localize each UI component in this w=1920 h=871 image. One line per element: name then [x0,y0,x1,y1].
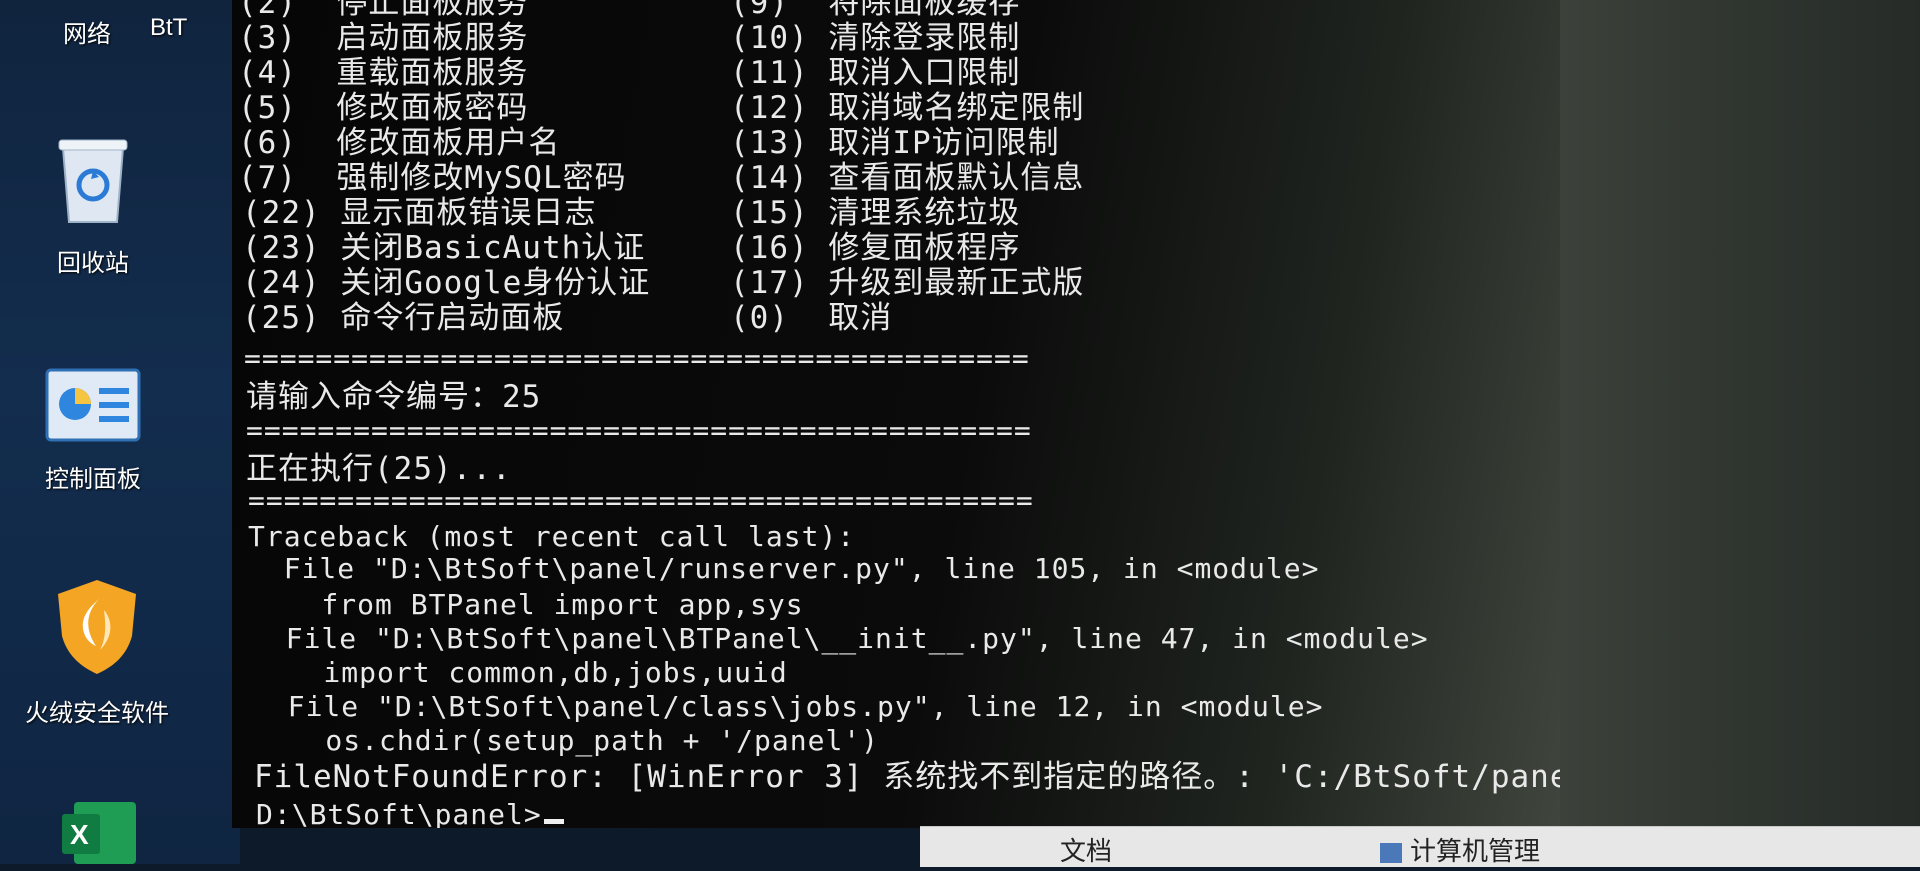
documents-item[interactable]: 文档 [1060,831,1112,868]
input-prompt: 请输入命令编号：25 [246,379,542,415]
menu-option: (2) 停止面板服务 [238,0,529,21]
huorong-shield-icon [22,576,172,683]
menu-option: (4) 重载面板服务 [238,55,529,91]
terminal-window[interactable]: (2) 停止面板服务 (9) 将除面板缓存 (3) 启动面板服务 (10) 清除登录限… [232,0,1562,828]
executing-text: 正在执行(25)... [246,451,512,487]
traceback-line: os.chdir(setup_path + '/panel') [254,724,880,757]
excel-shortcut[interactable]: X [60,800,140,871]
huorong-shortcut[interactable]: 火绒安全软件 [22,576,172,728]
separator-3: ========================================… [248,484,1034,517]
control-panel-icon [28,368,158,449]
background-right [1560,0,1920,826]
explorer-window-strip: 文档 计算机管理 [920,826,1920,867]
traceback-line: from BTPanel import app,sys [250,588,804,621]
computer-management-label: 计算机管理 [1410,836,1541,866]
menu-option: (22) 显示面板错误日志 [242,195,597,231]
menu-option: (15) 清理系统垃圾 [730,195,1021,231]
huorong-label: 火绒安全软件 [25,700,169,727]
network-label: 网络 [63,21,111,48]
bt-label: BtT [150,14,188,41]
traceback-line: import common,db,jobs,uuid [252,656,788,689]
traceback-header: Traceback (most recent call last): [248,520,856,553]
menu-option: (3) 启动面板服务 [238,20,529,56]
menu-option: (23) 关闭BasicAuth认证 [242,230,646,266]
menu-option: (11) 取消入口限制 [730,55,1021,91]
menu-option: (5) 修改面板密码 [238,90,529,126]
menu-option: (17) 升级到最新正式版 [730,265,1085,301]
svg-text:X: X [70,819,89,850]
separator-1: ========================================… [244,342,1030,375]
computer-management-item[interactable]: 计算机管理 [1380,831,1540,868]
error-message: FileNotFoundError: [WinError 3] 系统找不到指定的… [254,759,1562,795]
cmd-prompt-line[interactable]: D:\BtSoft\panel> [256,798,564,828]
menu-option: (0) 取消 [730,300,893,336]
menu-option: (25) 命令行启动面板 [242,300,565,336]
menu-option: (16) 修复面板程序 [730,230,1021,266]
computer-management-icon [1380,843,1402,864]
menu-option: (24) 关闭Google身份认证 [242,265,651,301]
excel-icon: X [60,800,140,871]
menu-option: (9) 将除面板缓存 [730,0,1021,21]
recycle-bin-icon [28,130,158,233]
menu-option: (10) 清除登录限制 [730,20,1021,56]
menu-option: (14) 查看面板默认信息 [730,160,1085,196]
menu-option: (6) 修改面板用户名 [238,125,561,161]
bt-shortcut[interactable]: BtT [150,14,240,42]
menu-option: (13) 取消IP访问限制 [730,125,1060,161]
separator-2: ========================================… [246,414,1032,447]
recycle-bin-shortcut[interactable]: 回收站 [28,130,158,278]
control-panel-label: 控制面板 [45,466,141,493]
menu-option: (12) 取消域名绑定限制 [730,90,1085,126]
recycle-bin-label: 回收站 [57,250,129,277]
traceback-line: File "D:\BtSoft\panel/runserver.py", lin… [248,552,1320,585]
cmd-prompt: D:\BtSoft\panel> [256,798,542,828]
text-cursor [543,819,564,824]
traceback-line: File "D:\BtSoft\panel\BTPanel\__init__.p… [250,622,1429,655]
desktop: 网络 BtT 回收站 控制面板 火绒安全软件 X [0,0,240,864]
traceback-line: File "D:\BtSoft\panel/class\jobs.py", li… [252,690,1324,723]
network-shortcut[interactable]: 网络 [22,14,152,49]
control-panel-shortcut[interactable]: 控制面板 [28,368,158,494]
menu-option: (7) 强制修改MySQL密码 [238,160,627,196]
